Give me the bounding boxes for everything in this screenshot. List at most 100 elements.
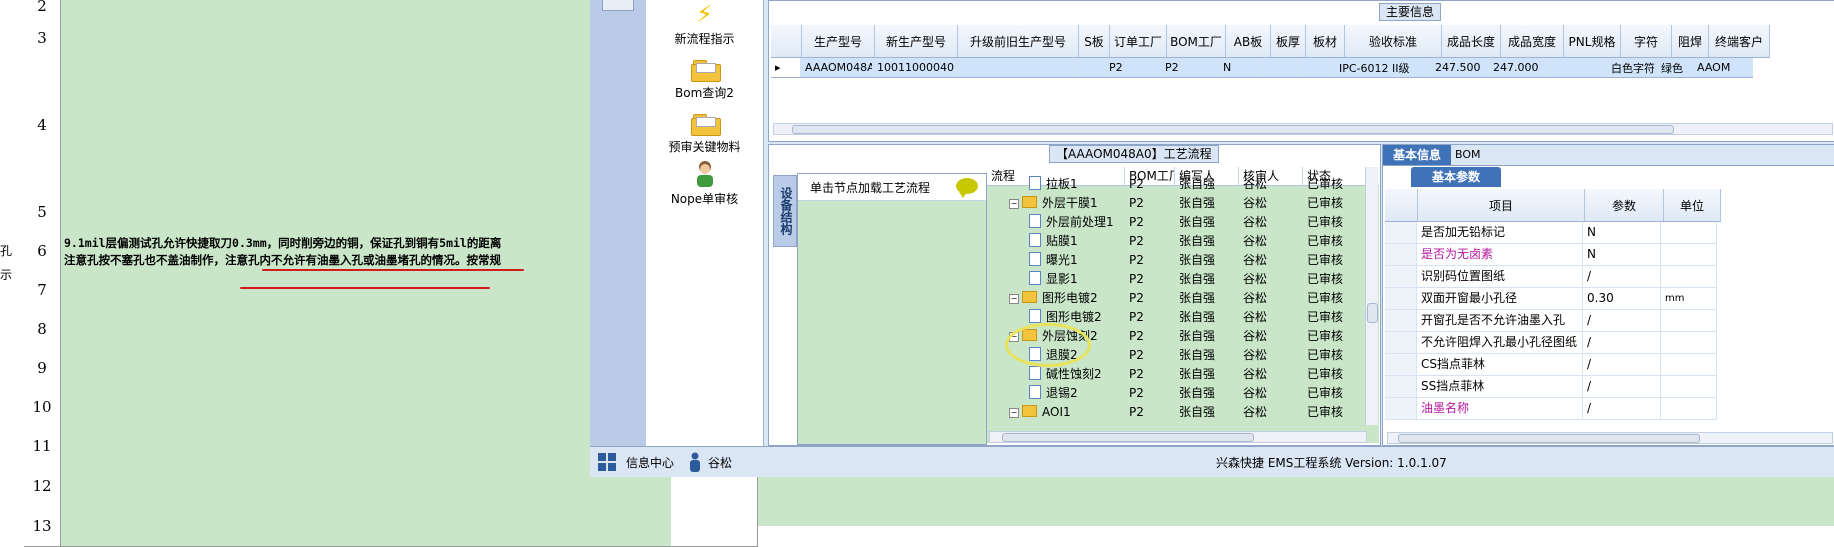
sheet-cell[interactable] (61, 57, 672, 193)
main-column-header[interactable]: 终端客户 (1709, 25, 1770, 57)
sheet-cell[interactable] (61, 348, 672, 388)
param-value[interactable]: / (1583, 354, 1661, 375)
sheet-cell[interactable] (61, 192, 672, 232)
main-column-header[interactable]: 订单工厂 (1110, 25, 1167, 57)
param-value[interactable]: / (1583, 376, 1661, 397)
tree-row[interactable]: 退锡2 P2 张自强 谷松 已审核 (987, 384, 1377, 403)
tree-row[interactable]: − 外层干膜1 P2 张自强 谷松 已审核 (987, 194, 1377, 213)
process-tree-vscroll-thumb[interactable] (1367, 303, 1378, 323)
node-load-hint[interactable]: 单击节点加载工艺流程 (798, 174, 986, 201)
row-number[interactable]: 8 (24, 309, 61, 349)
collapse-icon[interactable]: − (1009, 199, 1019, 209)
param-value[interactable]: N (1583, 244, 1661, 265)
launcher-item-key-material[interactable]: 预审关键物料 (646, 110, 763, 155)
main-cell[interactable]: 247.500 (1431, 58, 1489, 77)
main-column-header[interactable]: 生产型号 (802, 25, 875, 57)
launcher-item-bom-query[interactable]: Bom查询2 (646, 56, 763, 101)
param-row[interactable]: CS挡点菲林 / (1385, 354, 1717, 376)
sheet-cell[interactable] (61, 387, 672, 427)
main-column-header[interactable]: BOM工厂 (1167, 25, 1226, 57)
nav-strip-top-button[interactable] (602, 0, 634, 11)
param-row[interactable]: 识别码位置图纸 / (1385, 266, 1717, 288)
param-row[interactable]: 是否加无铅标记 N (1385, 222, 1717, 244)
param-column-header[interactable]: 项目 (1418, 189, 1585, 221)
param-value[interactable]: 0.30 (1583, 288, 1661, 309)
main-cell[interactable]: 绿色 (1657, 58, 1693, 77)
tree-row[interactable]: 曝光1 P2 张自强 谷松 已审核 (987, 251, 1377, 270)
main-column-header[interactable]: 板材 (1306, 25, 1345, 57)
collapse-icon[interactable]: − (1009, 408, 1019, 418)
main-column-header[interactable]: 验收标准 (1345, 25, 1442, 57)
param-row[interactable]: 油墨名称 / (1385, 398, 1717, 420)
param-column-header[interactable]: 参数 (1585, 189, 1664, 221)
sheet-cell[interactable] (61, 309, 672, 349)
param-column-header[interactable]: 单位 (1664, 189, 1721, 221)
param-row[interactable]: 是否为无卤素 N (1385, 244, 1717, 266)
tree-row[interactable]: 外层前处理1 P2 张自强 谷松 已审核 (987, 213, 1377, 232)
row-number[interactable]: 3 (24, 18, 61, 58)
tab-bom[interactable]: BOM (1455, 145, 1495, 165)
main-cell[interactable] (1075, 58, 1105, 77)
row-number[interactable]: 13 (24, 506, 61, 547)
row-number[interactable]: 5 (24, 192, 61, 232)
main-column-header[interactable]: AB板 (1226, 25, 1271, 57)
main-cell[interactable]: AAAOM048A0 (801, 58, 873, 77)
sheet-cell[interactable] (61, 506, 672, 547)
launcher-item-new-flow[interactable]: ⚡ 新流程指示 (646, 0, 763, 47)
tree-row[interactable]: − AOI1 P2 张自强 谷松 已审核 (987, 403, 1377, 422)
main-cell[interactable]: 白色字符 (1607, 58, 1657, 77)
grid-apps-icon[interactable] (598, 453, 616, 474)
row-number[interactable]: 10 (24, 387, 61, 427)
main-grid-hscroll[interactable] (773, 123, 1833, 135)
main-cell[interactable] (1297, 58, 1335, 77)
main-cell[interactable] (1551, 58, 1607, 77)
param-row[interactable]: SS挡点菲林 / (1385, 376, 1717, 398)
main-cell[interactable]: N (1219, 58, 1263, 77)
main-column-header[interactable]: 成品长度 (1442, 25, 1501, 57)
main-column-header[interactable]: 板厚 (1271, 25, 1306, 57)
param-row[interactable]: 双面开窗最小孔径 0.30 mm (1385, 288, 1717, 310)
sheet-cell-white[interactable] (671, 506, 758, 547)
process-tree-hscroll[interactable] (989, 431, 1367, 443)
sheet-cell[interactable] (61, 271, 672, 310)
tree-row[interactable]: − 图形电镀2 P2 张自强 谷松 已审核 (987, 289, 1377, 308)
main-cell[interactable]: P2 (1161, 58, 1219, 77)
sheet-cell[interactable] (61, 0, 672, 19)
param-grid-hscroll-thumb[interactable] (1398, 434, 1700, 443)
tree-row[interactable]: 显影1 P2 张自强 谷松 已审核 (987, 270, 1377, 289)
row-number[interactable]: 2 (24, 0, 61, 19)
param-value[interactable]: / (1583, 332, 1661, 353)
row-number[interactable]: 6 (24, 231, 61, 272)
row-number[interactable]: 7 (24, 271, 61, 310)
main-cell[interactable] (955, 58, 1075, 77)
tab-basic-info[interactable]: 基本信息 (1383, 145, 1451, 165)
tree-row[interactable]: 拉板1 P2 张自强 谷松 已审核 (987, 175, 1377, 194)
tree-row[interactable]: 贴膜1 P2 张自强 谷松 已审核 (987, 232, 1377, 251)
launcher-item-nope-review[interactable]: Nope单审核 (646, 160, 763, 207)
main-column-header[interactable]: 阻焊 (1672, 25, 1709, 57)
row-number[interactable]: 11 (24, 426, 61, 467)
sheet-cell[interactable] (61, 466, 672, 507)
main-grid-row[interactable]: ▸AAAOM048A010011000040041P2P2NIPC-6012 I… (771, 58, 1753, 78)
main-grid-hscroll-thumb[interactable] (792, 125, 1674, 134)
main-cell[interactable]: P2 (1105, 58, 1161, 77)
main-column-header[interactable]: 新生产型号 (875, 25, 958, 57)
collapse-icon[interactable]: − (1009, 294, 1019, 304)
param-grid-hscroll[interactable] (1387, 432, 1833, 444)
main-cell[interactable]: 247.000 (1489, 58, 1551, 77)
param-value[interactable]: / (1583, 398, 1661, 419)
param-value[interactable]: N (1583, 222, 1661, 243)
sheet-cell[interactable] (61, 426, 672, 467)
row-number[interactable]: 9 (24, 348, 61, 388)
param-row[interactable]: 开窗孔是否不允许油墨入孔 / (1385, 310, 1717, 332)
main-cell[interactable]: IPC-6012 II级 (1335, 58, 1431, 77)
main-cell[interactable]: AAOM (1693, 58, 1753, 77)
process-tree-vscroll[interactable] (1365, 167, 1378, 425)
main-column-header[interactable]: PNL规格 (1564, 25, 1621, 57)
row-number[interactable]: 4 (24, 57, 61, 193)
param-value[interactable]: / (1583, 310, 1661, 331)
main-cell[interactable] (1263, 58, 1297, 77)
main-column-header[interactable]: 字符 (1621, 25, 1672, 57)
param-row[interactable]: 不允许阻焊入孔最小孔径图纸 / (1385, 332, 1717, 354)
row-number[interactable]: 12 (24, 466, 61, 507)
